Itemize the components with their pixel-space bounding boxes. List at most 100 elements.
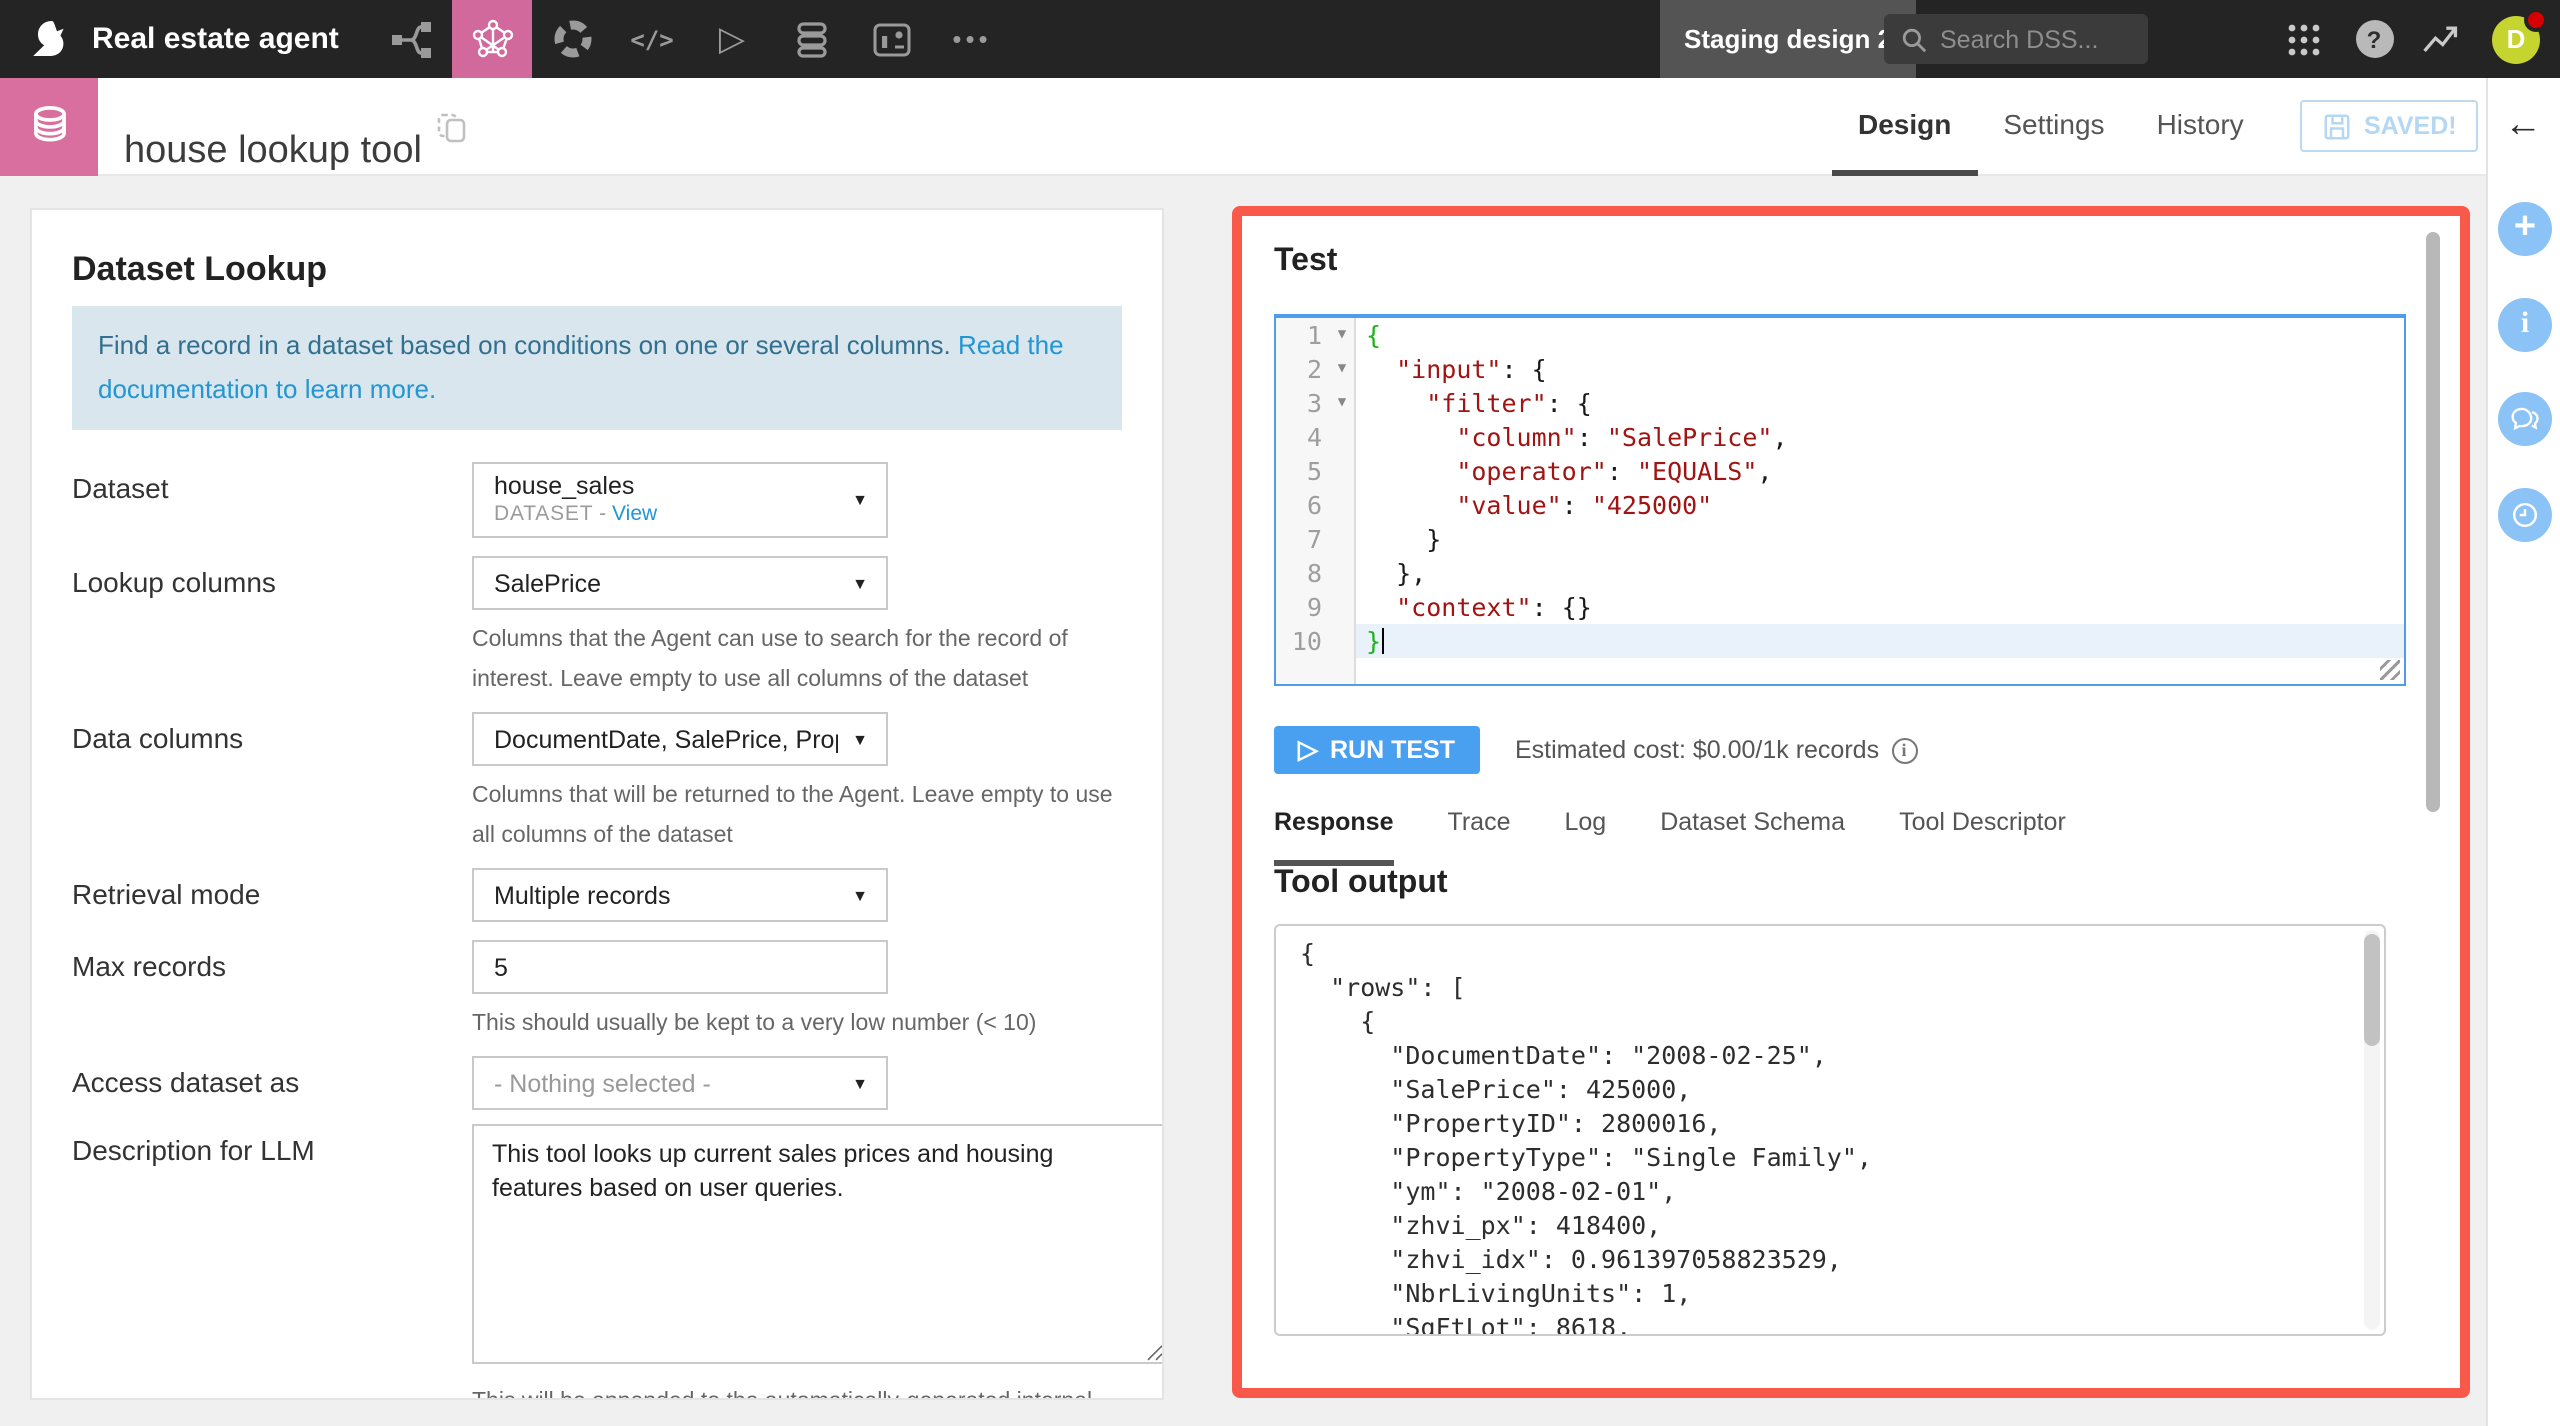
data-columns-row: Data columns DocumentDate, SalePrice, Pr… <box>72 712 1122 856</box>
line-number: 5 <box>1276 454 1330 488</box>
tab-trace[interactable]: Trace <box>1448 808 1511 866</box>
app-root: Real estate agent <box>0 0 2560 1426</box>
tab-log[interactable]: Log <box>1565 808 1607 866</box>
description-textarea[interactable]: This tool looks up current sales prices … <box>472 1124 1164 1364</box>
code-icon[interactable] <box>612 0 692 78</box>
project-nav <box>372 0 1012 78</box>
apps-grid-icon[interactable] <box>2274 0 2334 78</box>
tab-history[interactable]: History <box>2131 78 2270 176</box>
line-number: 8 <box>1276 556 1330 590</box>
access-dataset-label: Access dataset as <box>72 1056 472 1098</box>
dataset-view-link[interactable]: View <box>612 502 657 526</box>
editor-line: 6 "value": "425000" <box>1276 488 2404 522</box>
dataset-row: Dataset house_sales DATASET - View <box>72 462 1122 538</box>
lookup-columns-select[interactable]: SalePrice <box>472 556 888 610</box>
play-icon <box>1298 734 1318 766</box>
visual-analyses-icon[interactable] <box>452 0 532 78</box>
right-rail: ← <box>2486 78 2560 1426</box>
data-columns-label: Data columns <box>72 712 472 754</box>
editor-line: 4 "column": "SalePrice", <box>1276 420 2404 454</box>
retrieval-mode-select[interactable]: Multiple records <box>472 868 888 922</box>
editor-resize-handle[interactable] <box>2380 660 2400 680</box>
editor-line: 1{ <box>1276 318 2404 352</box>
notebooks-icon[interactable] <box>532 0 612 78</box>
max-records-row: Max records 5 This should usually be kep… <box>72 940 1122 1044</box>
flow-icon[interactable] <box>372 0 452 78</box>
search-input[interactable]: Search DSS... <box>1884 14 2148 64</box>
avatar-letter: D <box>2507 24 2526 54</box>
more-icon[interactable] <box>932 0 1012 78</box>
dataset-type-badge: DATASET <box>494 502 593 526</box>
retrieval-mode-row: Retrieval mode Multiple records <box>72 868 1122 922</box>
result-tabs: Response Trace Log Dataset Schema Tool D… <box>1274 808 2428 866</box>
tab-design[interactable]: Design <box>1832 78 1977 176</box>
test-input-editor[interactable]: 1{ 2 "input": { 3 "filter": { 4 "column"… <box>1274 314 2406 686</box>
max-records-input[interactable]: 5 <box>472 940 888 994</box>
discussions-button[interactable] <box>2498 392 2552 446</box>
tab-settings[interactable]: Settings <box>1977 78 2130 176</box>
info-box: Find a record in a dataset based on cond… <box>72 306 1122 430</box>
line-number: 4 <box>1276 420 1330 454</box>
database-icon <box>23 101 75 153</box>
trend-icon[interactable] <box>2410 0 2470 78</box>
tab-tool-descriptor[interactable]: Tool Descriptor <box>1899 808 2066 866</box>
run-test-button[interactable]: RUN TEST <box>1274 726 1479 774</box>
fold-icon[interactable] <box>1330 318 1356 352</box>
jobs-play-icon[interactable] <box>692 0 772 78</box>
top-navbar: Real estate agent <box>0 0 2560 78</box>
panel-title: Dataset Lookup <box>72 250 1122 290</box>
line-number: 9 <box>1276 590 1330 624</box>
collapse-panel-arrow-icon[interactable]: ← <box>2504 106 2542 144</box>
access-dataset-row: Access dataset as - Nothing selected - <box>72 1056 1122 1110</box>
add-button[interactable] <box>2498 202 2552 256</box>
data-columns-select[interactable]: DocumentDate, SalePrice, Prope <box>472 712 888 766</box>
saved-button[interactable]: SAVED! <box>2300 100 2479 152</box>
test-panel: Test 1{ 2 "input": { 3 "filter": { 4 "co… <box>1232 206 2470 1398</box>
editor-line: 5 "operator": "EQUALS", <box>1276 454 2404 488</box>
line-number: 10 <box>1276 624 1330 658</box>
lookup-columns-row: Lookup columns SalePrice Columns that th… <box>72 556 1122 700</box>
tab-dataset-schema[interactable]: Dataset Schema <box>1660 808 1845 866</box>
tool-header: house lookup tool Design Settings Histor… <box>0 78 2486 176</box>
dataset-select[interactable]: house_sales DATASET - View <box>472 462 888 538</box>
header-tabs: Design Settings History <box>1832 78 2270 176</box>
history-button[interactable] <box>2498 488 2552 542</box>
panel-scrollbar[interactable] <box>2426 232 2440 812</box>
env-switch-button[interactable]: Staging design 2 <box>1660 0 1916 78</box>
tool-output-box: { "rows": [ { "DocumentDate": "2008-02-2… <box>1274 924 2386 1336</box>
line-number: 3 <box>1276 386 1330 420</box>
lookup-columns-help: Columns that the Agent can use to search… <box>472 620 1122 700</box>
editor-line: 8 }, <box>1276 556 2404 590</box>
tool-output-title: Tool output <box>1274 866 2428 902</box>
lookup-columns-label: Lookup columns <box>72 556 472 598</box>
dataiku-logo[interactable] <box>24 13 76 65</box>
description-help: This will be appended to the automatical… <box>472 1382 1122 1400</box>
editor-line: 2 "input": { <box>1276 352 2404 386</box>
editor-line: 7 } <box>1276 522 2404 556</box>
fold-icon[interactable] <box>1330 386 1356 420</box>
page-title: house lookup tool <box>124 103 422 201</box>
description-label: Description for LLM <box>72 1124 472 1166</box>
editor-line: 9 "context": {} <box>1276 590 2404 624</box>
data-columns-help: Columns that will be returned to the Age… <box>472 776 1122 856</box>
retrieval-mode-label: Retrieval mode <box>72 868 472 910</box>
line-number: 7 <box>1276 522 1330 556</box>
line-number: 2 <box>1276 352 1330 386</box>
editor-line-active: 10} <box>1276 624 2404 658</box>
output-scrollbar[interactable] <box>2364 934 2380 1046</box>
copy-id-icon[interactable] <box>436 112 468 154</box>
tab-response[interactable]: Response <box>1274 808 1394 866</box>
fold-icon[interactable] <box>1330 352 1356 386</box>
search-placeholder: Search DSS... <box>1940 25 2098 53</box>
access-dataset-select[interactable]: - Nothing selected - <box>472 1056 888 1110</box>
cost-info-icon[interactable] <box>1891 737 1917 763</box>
description-row: Description for LLM This tool looks up c… <box>72 1124 1122 1400</box>
dataset-label: Dataset <box>72 462 472 504</box>
dashboard-icon[interactable] <box>852 0 932 78</box>
project-title: Real estate agent <box>92 22 339 56</box>
info-button[interactable] <box>2498 298 2552 352</box>
line-number: 6 <box>1276 488 1330 522</box>
help-icon[interactable] <box>2344 0 2404 78</box>
stack-icon[interactable] <box>772 0 852 78</box>
user-avatar[interactable]: D <box>2486 0 2546 78</box>
